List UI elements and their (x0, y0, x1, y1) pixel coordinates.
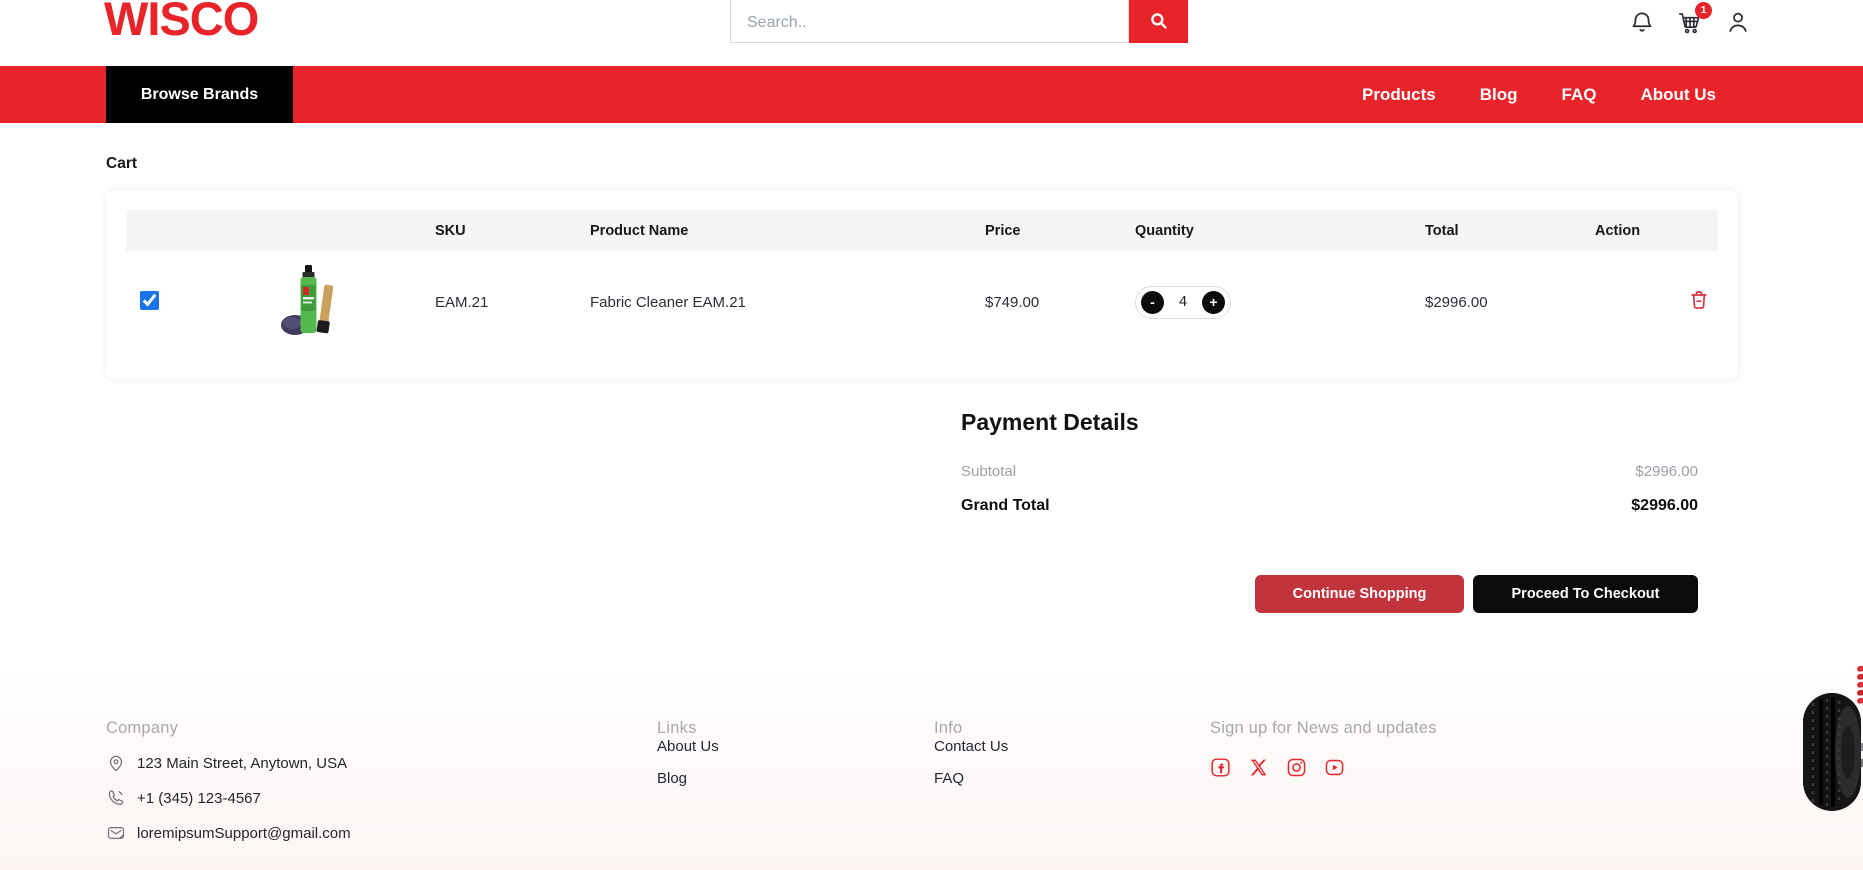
cart-count-badge: 1 (1695, 2, 1712, 19)
user-account-icon[interactable] (1725, 9, 1751, 35)
footer-newsletter-column: Sign up for News and updates (1210, 719, 1863, 870)
notification-bell-icon[interactable] (1629, 9, 1655, 35)
col-sku: SKU (426, 223, 581, 239)
footer-company-title: Company (106, 719, 657, 738)
col-total: Total (1416, 223, 1586, 239)
newsletter-title: Sign up for News and updates (1210, 719, 1863, 738)
header: WISCO (0, 0, 1863, 66)
cart-table-header: SKU Product Name Price Quantity Total Ac… (126, 210, 1718, 251)
x-twitter-icon[interactable] (1248, 757, 1269, 778)
footer-phone-text: +1 (345) 123-4567 (137, 790, 261, 807)
footer-link-faq[interactable]: FAQ (934, 770, 1210, 787)
col-action: Action (1586, 223, 1718, 239)
quantity-value: 4 (1178, 294, 1188, 310)
footer: Company 123 Main Street, Anytown, USA (0, 677, 1863, 870)
item-sku: EAM.21 (426, 294, 581, 311)
location-pin-icon (106, 753, 126, 773)
nav-link-blog[interactable]: Blog (1480, 85, 1518, 105)
main-nav: Browse Brands Products Blog FAQ About Us (0, 66, 1863, 123)
footer-links-title: Links (657, 719, 934, 738)
proceed-to-checkout-button[interactable]: Proceed To Checkout (1473, 575, 1698, 613)
page: WISCO (0, 0, 1863, 870)
nav-link-faq[interactable]: FAQ (1562, 85, 1597, 105)
grand-total-value: $2996.00 (1631, 497, 1698, 515)
search-icon (1148, 10, 1170, 32)
cart-icon[interactable]: 1 (1677, 9, 1703, 35)
grand-total-row: Grand Total $2996.00 (961, 497, 1698, 515)
col-product-name: Product Name (581, 223, 976, 239)
product-thumbnail (186, 263, 426, 341)
facebook-icon[interactable] (1210, 757, 1231, 778)
footer-links-column: Links About Us Blog (657, 719, 934, 870)
tire-product-image (1801, 665, 1863, 815)
footer-address: 123 Main Street, Anytown, USA (106, 753, 657, 773)
item-checkbox[interactable] (140, 291, 159, 310)
payment-title: Payment Details (961, 409, 1698, 436)
search-bar (730, 0, 1188, 43)
quantity-increase-button[interactable]: + (1202, 291, 1225, 314)
cart-row: EAM.21 Fabric Cleaner EAM.21 $749.00 - 4… (126, 251, 1718, 359)
subtotal-label: Subtotal (961, 463, 1016, 480)
footer-company-column: Company 123 Main Street, Anytown, USA (106, 719, 657, 870)
footer-link-contact-us[interactable]: Contact Us (934, 738, 1210, 755)
footer-info-title: Info (934, 719, 1210, 738)
instagram-icon[interactable] (1286, 757, 1307, 778)
footer-email[interactable]: loremipsumSupport@gmail.com (106, 823, 657, 843)
item-total: $2996.00 (1416, 294, 1586, 311)
quantity-decrease-button[interactable]: - (1141, 291, 1164, 314)
grand-total-label: Grand Total (961, 497, 1050, 515)
phone-icon (106, 788, 126, 808)
footer-link-about-us[interactable]: About Us (657, 738, 934, 755)
footer-link-blog[interactable]: Blog (657, 770, 934, 787)
footer-info-column: Info Contact Us FAQ (934, 719, 1210, 870)
item-name: Fabric Cleaner EAM.21 (581, 294, 976, 311)
social-icons (1210, 757, 1863, 778)
header-icons: 1 (1629, 0, 1751, 43)
footer-email-text: loremipsumSupport@gmail.com (137, 825, 351, 842)
subtotal-value: $2996.00 (1635, 463, 1698, 480)
nav-links: Products Blog FAQ About Us (1362, 85, 1716, 105)
quantity-stepper: - 4 + (1135, 286, 1231, 319)
nav-link-products[interactable]: Products (1362, 85, 1436, 105)
browse-brands-button[interactable]: Browse Brands (106, 66, 293, 123)
footer-address-text: 123 Main Street, Anytown, USA (137, 755, 347, 772)
site-logo[interactable]: WISCO (104, 0, 258, 46)
delete-item-button[interactable] (1687, 288, 1711, 312)
col-quantity: Quantity (1126, 223, 1416, 239)
email-icon (106, 823, 126, 843)
payment-details: Payment Details Subtotal $2996.00 Grand … (961, 409, 1698, 613)
cart-card: SKU Product Name Price Quantity Total Ac… (106, 190, 1738, 379)
footer-phone[interactable]: +1 (345) 123-4567 (106, 788, 657, 808)
col-price: Price (976, 223, 1126, 239)
search-button[interactable] (1129, 0, 1188, 43)
youtube-icon[interactable] (1324, 757, 1345, 778)
page-title: Cart (106, 155, 1863, 173)
subtotal-row: Subtotal $2996.00 (961, 463, 1698, 480)
continue-shopping-button[interactable]: Continue Shopping (1255, 575, 1464, 613)
nav-link-about-us[interactable]: About Us (1640, 85, 1716, 105)
search-input[interactable] (730, 0, 1129, 43)
item-price: $749.00 (976, 294, 1126, 311)
trash-icon (1687, 288, 1711, 312)
